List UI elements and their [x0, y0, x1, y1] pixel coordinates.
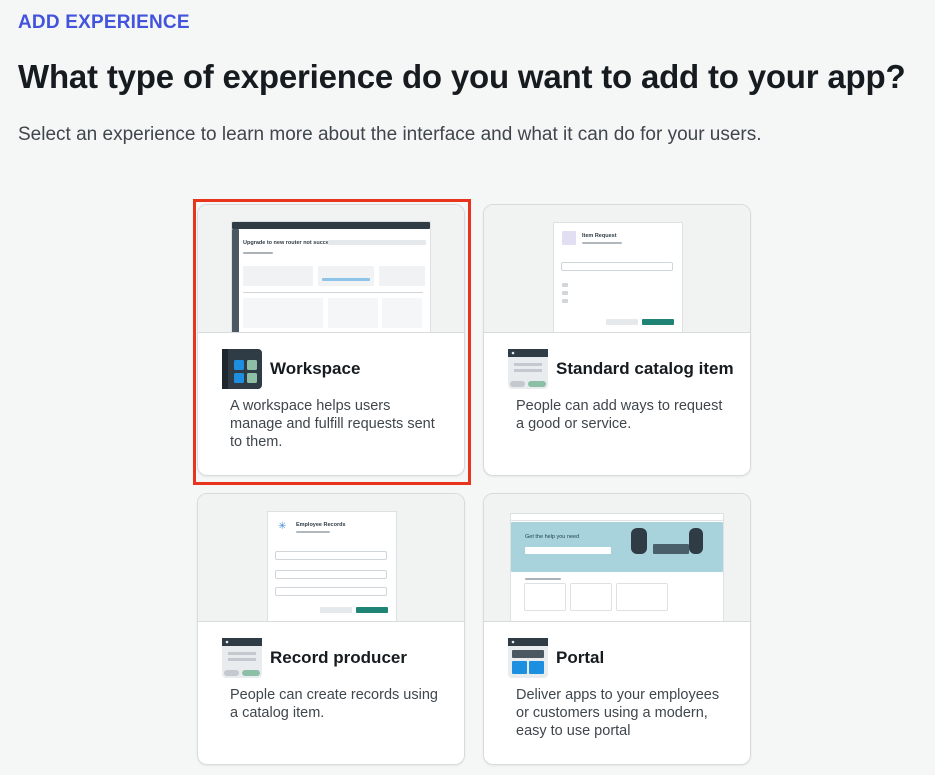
asterisk-icon: ✳	[278, 521, 287, 532]
record-producer-card-title: Record producer	[270, 648, 407, 667]
portal-card-title: Portal	[556, 648, 605, 667]
record-producer-icon	[222, 638, 262, 678]
workspace-preview-title: Upgrade to new router not successful	[243, 240, 342, 246]
page-title: What type of experience do you want to a…	[18, 58, 906, 95]
record-producer-preview-image: ✳ Employee Records	[198, 494, 464, 622]
catalog-item-preview-image: Item Request	[484, 205, 750, 333]
standard-catalog-item-card[interactable]: Item Request Standard catalog item Peopl…	[483, 204, 751, 476]
workspace-card-description: A workspace helps users manage and fulfi…	[230, 398, 435, 450]
portal-card[interactable]: Get the help you need Portal Deliver app…	[483, 493, 751, 765]
portal-card-description: Deliver apps to your employees or custom…	[516, 687, 720, 739]
record-producer-preview-title: Employee Records	[296, 522, 346, 528]
standard-catalog-item-card-description: People can add ways to request a good or…	[516, 398, 723, 432]
portal-preview-title: Get the help you need	[525, 534, 580, 540]
workspace-card[interactable]: Upgrade to new router not successful Wor…	[197, 204, 465, 476]
portal-preview-image: Get the help you need	[484, 494, 750, 622]
record-producer-card-description: People can create records using a catalo…	[230, 687, 438, 721]
record-producer-card[interactable]: ✳ Employee Records Record producer Peopl…	[197, 493, 465, 765]
workspace-preview-image: Upgrade to new router not successful	[198, 205, 464, 333]
portal-icon	[508, 638, 548, 678]
page-subtitle: Select an experience to learn more about…	[18, 124, 762, 145]
eyebrow-label: ADD EXPERIENCE	[18, 12, 190, 33]
standard-catalog-item-card-title: Standard catalog item	[556, 359, 734, 378]
catalog-item-preview-title: Item Request	[582, 233, 617, 239]
workspace-card-title: Workspace	[270, 359, 361, 378]
catalog-item-icon	[508, 349, 548, 389]
workspace-icon	[222, 349, 262, 389]
